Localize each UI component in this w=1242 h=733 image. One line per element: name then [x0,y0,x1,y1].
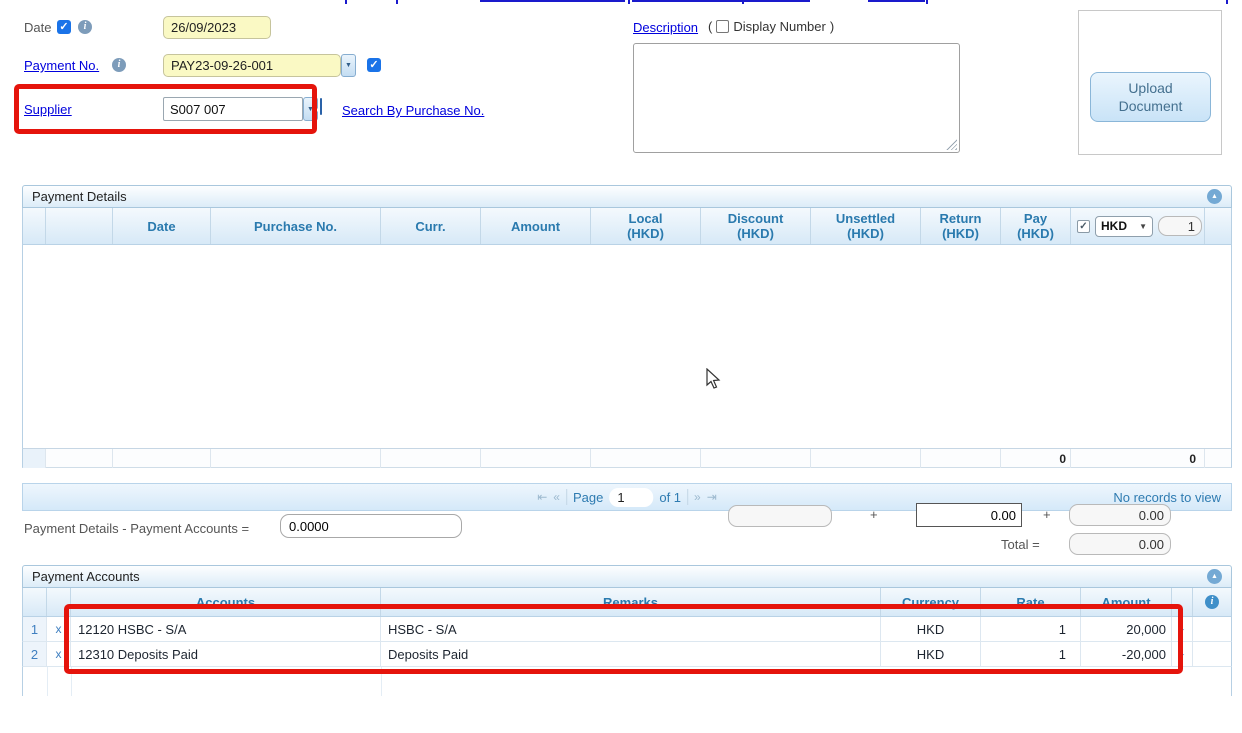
first-page-icon[interactable]: ⇤ [537,491,547,503]
header-currency-checkbox[interactable]: ✓ [1077,220,1090,233]
amount-cell[interactable]: 20,000 [1081,617,1172,641]
info-icon: i [1205,595,1219,609]
plus-sign-2: + [1043,507,1051,522]
payment-accounts-panel-header: Payment Accounts ▲ [22,565,1232,588]
rate-cell[interactable]: 1 [981,617,1081,641]
account-cell[interactable]: 12310 Deposits Paid [71,642,381,666]
col-purchase-no[interactable]: Purchase No. [211,208,381,244]
payment-accounts-title: Payment Accounts [32,569,140,584]
date-input[interactable] [163,16,271,39]
col-rate[interactable]: Rate [981,588,1081,616]
date-checkbox[interactable]: ✓ [57,20,71,34]
remarks-cell[interactable]: Deposits Paid [381,642,881,666]
resize-handle-icon[interactable] [946,139,957,150]
supplier-input[interactable] [163,97,303,121]
col-info: i [1193,588,1231,616]
payment-details-footer-row: 0 0 [22,448,1232,468]
amount-cell[interactable]: -20,000 [1081,642,1172,666]
page-input[interactable] [609,488,653,507]
col-filler [1205,208,1231,244]
reconcile-adjust-input[interactable] [916,503,1022,527]
col-date[interactable]: Date [113,208,211,244]
delete-row-icon[interactable]: x [47,617,71,641]
col-blank [46,208,113,244]
row-number: 1 [23,617,47,641]
account-cell[interactable]: 12120 HSBC - S/A [71,617,381,641]
date-info-icon[interactable]: i [78,20,92,34]
payment-accounts-empty-area [22,667,1232,696]
last-page-icon[interactable]: ⇥ [707,491,717,503]
payment-no-input[interactable] [163,54,341,77]
col-return-hkd[interactable]: Return(HKD) [921,208,1001,244]
next-page-icon[interactable]: » [694,491,701,503]
upload-document-button[interactable]: Upload Document [1090,72,1211,122]
payment-details-body[interactable] [22,245,1232,448]
payment-no-dropdown-icon[interactable]: ▼ [341,54,356,77]
collapse-panel-icon[interactable]: ▲ [1207,189,1222,204]
col-accounts[interactable]: Accounts [71,588,381,616]
row-marker-icon[interactable]: ▸ [1172,617,1193,641]
exchange-rate-field: 1 [1158,216,1202,236]
collapse-panel-icon[interactable]: ▲ [1207,569,1222,584]
row-number: 2 [23,642,47,666]
display-number-checkbox[interactable] [716,20,729,33]
total-field: 0.00 [1069,533,1171,555]
records-status: No records to view [1113,490,1231,505]
display-number-label: Display Number [733,19,825,34]
supplier-link[interactable]: Supplier [24,102,72,117]
currency-cell[interactable]: HKD [881,617,981,641]
page-label: Page [573,490,603,505]
footer-pay-total: 0 [1001,449,1071,468]
mouse-cursor [706,368,722,390]
search-icon[interactable] [320,98,322,115]
payment-accounts-header-row: Accounts Remarks Currency Rate Amount i [22,588,1232,617]
col-local-hkd[interactable]: Local(HKD) [591,208,701,244]
payment-details-title: Payment Details [32,189,127,204]
display-number-paren-close: ) [830,19,834,34]
payment-entry-page: Date ✓ i Payment No. i ▼ ✓ Supplier ▼ Se… [0,0,1242,733]
col-amount[interactable]: Amount [1081,588,1172,616]
reconcile-formula-label: Payment Details - Payment Accounts = [24,521,249,536]
description-textarea[interactable] [633,43,960,153]
payment-no-link[interactable]: Payment No. [24,58,99,73]
col-curr[interactable]: Curr. [381,208,481,244]
date-label: Date [24,20,51,35]
payment-details-panel-header: Payment Details ▲ [22,185,1232,208]
col-select [23,208,46,244]
col-remarks[interactable]: Remarks [381,588,881,616]
page-of-label: of 1 [659,490,681,505]
payment-no-info-icon[interactable]: i [112,58,126,72]
col-currency[interactable]: Currency [881,588,981,616]
col-unsettled-hkd[interactable]: Unsettled(HKD) [811,208,921,244]
account-row-1[interactable]: 1 x 12120 HSBC - S/A HSBC - S/A HKD 1 20… [22,617,1232,642]
reconcile-other-field: 0.00 [1069,504,1171,526]
total-label: Total = [1001,537,1040,552]
search-by-purchase-link[interactable]: Search By Purchase No. [342,103,484,118]
plus-sign-1: + [870,507,878,522]
delete-row-icon[interactable]: x [47,642,71,666]
remarks-cell[interactable]: HSBC - S/A [381,617,881,641]
payment-no-checkbox[interactable]: ✓ [367,58,381,72]
chevron-down-icon: ▼ [1139,219,1147,234]
account-row-2[interactable]: 2 x 12310 Deposits Paid Deposits Paid HK… [22,642,1232,667]
reconcile-blank-field [728,505,832,527]
rate-cell[interactable]: 1 [981,642,1081,666]
col-discount-hkd[interactable]: Discount(HKD) [701,208,811,244]
currency-cell[interactable]: HKD [881,642,981,666]
col-currency-controls: ✓ HKD▼ 1 [1071,208,1205,244]
col-amount[interactable]: Amount [481,208,591,244]
row-marker-icon[interactable]: ▸ [1172,642,1193,666]
col-pay-hkd[interactable]: Pay(HKD) [1001,208,1071,244]
footer-amount-total: 0 [1071,449,1205,468]
currency-select[interactable]: HKD▼ [1095,216,1153,237]
reconcile-difference-input[interactable] [280,514,462,538]
prev-page-icon[interactable]: « [553,491,560,503]
description-link[interactable]: Description [633,20,698,35]
payment-details-header-row: Date Purchase No. Curr. Amount Local(HKD… [22,208,1232,245]
display-number-paren-open: ( [708,19,712,34]
